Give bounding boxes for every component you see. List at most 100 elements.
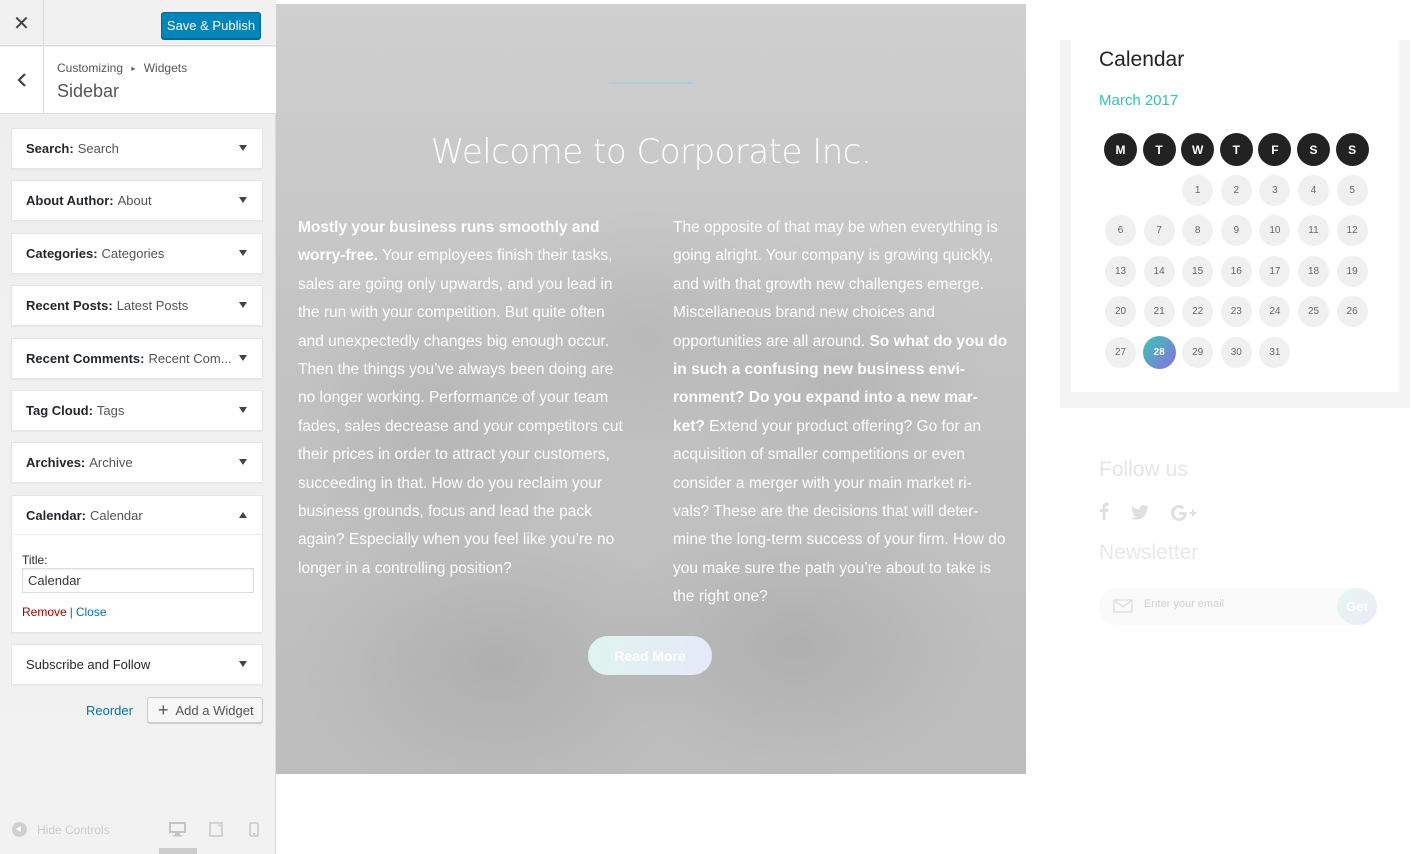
newsletter-heading: Newsletter	[1099, 541, 1199, 564]
weekday-label: F	[1258, 133, 1292, 166]
calendar-day[interactable]: 12	[1336, 215, 1368, 247]
plus-icon: +	[158, 700, 169, 720]
calendar-day[interactable]: 16	[1220, 255, 1252, 287]
calendar-day[interactable]: 6	[1105, 215, 1136, 247]
caret-down-icon[interactable]	[239, 145, 247, 151]
weekday-label: W	[1181, 133, 1215, 166]
widget-header[interactable]: Archives: Archive	[12, 443, 262, 482]
widget-about-author[interactable]: About Author: About	[11, 180, 263, 221]
caret-down-icon[interactable]	[239, 407, 247, 413]
facebook-icon[interactable]	[1099, 502, 1109, 520]
read-more-button[interactable]: Read More	[588, 636, 712, 675]
widget-header[interactable]: Search: Search	[12, 129, 262, 168]
widget-header[interactable]: Categories: Categories	[12, 234, 262, 273]
desktop-preview-icon[interactable]	[169, 822, 186, 837]
tablet-preview-icon[interactable]	[209, 822, 223, 837]
caret-down-icon[interactable]	[239, 302, 247, 308]
widget-archives[interactable]: Archives: Archive	[11, 442, 263, 483]
calendar-day[interactable]: 21	[1143, 296, 1175, 328]
calendar-day[interactable]: 1	[1182, 175, 1214, 206]
title-input[interactable]	[22, 568, 254, 593]
back-button[interactable]	[0, 47, 44, 113]
hero-text-right: The opposite of that may be when everyth…	[673, 214, 1008, 612]
calendar-day[interactable]: 8	[1182, 215, 1214, 247]
widget-header[interactable]: Recent Comments: Recent Com...	[12, 339, 262, 378]
widget-title: Archive	[89, 455, 133, 470]
calendar-day-today[interactable]: 28	[1142, 335, 1176, 369]
save-publish-button[interactable]: Save & Publish	[161, 12, 261, 39]
calendar-day[interactable]: 27	[1105, 336, 1136, 368]
get-button[interactable]: Get	[1337, 588, 1377, 625]
calendar-day[interactable]: 14	[1143, 255, 1175, 287]
widget-header[interactable]: Subscribe and Follow	[12, 645, 262, 684]
close-link[interactable]: Close	[76, 605, 107, 619]
hero-right-text-1: The opposite of that may be when everyth…	[673, 219, 998, 350]
calendar-day[interactable]: 30	[1220, 336, 1252, 368]
calendar-day[interactable]: 18	[1298, 255, 1329, 287]
widget-recent-posts[interactable]: Recent Posts: Latest Posts	[11, 285, 263, 326]
section-header: Customizing ▸ Widgets Sidebar	[0, 47, 276, 114]
calendar-day[interactable]: 20	[1105, 296, 1136, 328]
calendar-day[interactable]: 5	[1336, 175, 1368, 206]
calendar-day[interactable]: 26	[1336, 296, 1368, 328]
widget-title: Calendar	[89, 507, 143, 523]
calendar-day[interactable]: 22	[1182, 296, 1214, 328]
calendar-day[interactable]: 10	[1259, 215, 1291, 247]
calendar-day[interactable]: 3	[1259, 175, 1291, 206]
calendar-day[interactable]: 11	[1298, 215, 1329, 247]
widget-form: Title: Remove|Close	[12, 535, 262, 619]
widget-categories[interactable]: Categories: Categories	[11, 233, 263, 274]
calendar-day[interactable]: 17	[1259, 255, 1291, 287]
calendar-day[interactable]: 2	[1220, 175, 1252, 206]
caret-down-icon[interactable]	[239, 661, 247, 667]
calendar-day[interactable]: 31	[1259, 336, 1291, 368]
widget-header[interactable]: Calendar: Calendar	[12, 496, 262, 535]
calendar-day[interactable]: 29	[1182, 336, 1214, 368]
calendar-heading: Calendar	[1099, 48, 1185, 71]
widget-recent-comments[interactable]: Recent Comments: Recent Com...	[11, 338, 263, 379]
caret-up-icon[interactable]	[239, 512, 247, 518]
email-input[interactable]	[1144, 598, 1329, 610]
caret-down-icon[interactable]	[239, 250, 247, 256]
widget-header[interactable]: Tag Cloud: Tags	[12, 391, 262, 430]
reorder-link[interactable]: Reorder	[86, 703, 133, 718]
remove-link[interactable]: Remove	[22, 605, 67, 619]
calendar-day[interactable]: 24	[1259, 296, 1291, 328]
widget-subscribe-follow[interactable]: Subscribe and Follow	[11, 644, 263, 685]
google-plus-icon[interactable]	[1171, 505, 1197, 521]
widget-header[interactable]: Recent Posts: Latest Posts	[12, 286, 262, 325]
widget-title: Search	[77, 141, 119, 156]
calendar-day[interactable]: 23	[1220, 296, 1252, 328]
caret-down-icon[interactable]	[239, 355, 247, 361]
widget-calendar[interactable]: Calendar: Calendar Title: Remove|Close	[11, 495, 263, 633]
widget-search[interactable]: Search: Search	[11, 128, 263, 169]
calendar-day[interactable]: 7	[1143, 215, 1175, 247]
calendar-day[interactable]: 25	[1298, 296, 1329, 328]
close-customizer-button[interactable]: ✕	[0, 0, 44, 46]
widget-title: Tags	[96, 403, 125, 418]
widget-type: Archives:	[26, 455, 86, 470]
weekday-label: T	[1142, 133, 1176, 166]
widget-type: About Author:	[26, 193, 114, 208]
twitter-icon[interactable]	[1131, 505, 1149, 520]
calendar-day[interactable]: 4	[1298, 175, 1329, 206]
widget-header[interactable]: About Author: About	[12, 181, 262, 220]
calendar-day[interactable]: 19	[1336, 255, 1368, 287]
calendar-day[interactable]: 9	[1220, 215, 1252, 247]
newsletter-form: Get	[1099, 588, 1377, 625]
widget-tag-cloud[interactable]: Tag Cloud: Tags	[11, 390, 263, 431]
widget-title: About	[117, 193, 152, 208]
widget-type: Search:	[26, 141, 74, 156]
caret-down-icon[interactable]	[239, 197, 247, 203]
calendar-day[interactable]: 13	[1105, 255, 1136, 287]
customizer-header: ✕ Save & Publish	[0, 0, 276, 46]
hide-controls-button[interactable]: Hide Controls	[12, 822, 110, 837]
hide-controls-label: Hide Controls	[37, 822, 110, 837]
add-widget-button[interactable]: + Add a Widget	[147, 697, 263, 723]
action-separator: |	[69, 605, 73, 619]
widget-type: Categories:	[26, 246, 98, 261]
calendar-day[interactable]: 15	[1182, 255, 1214, 287]
mobile-preview-icon[interactable]	[249, 822, 259, 837]
follow-heading: Follow us	[1099, 458, 1188, 481]
caret-down-icon[interactable]	[239, 459, 247, 465]
